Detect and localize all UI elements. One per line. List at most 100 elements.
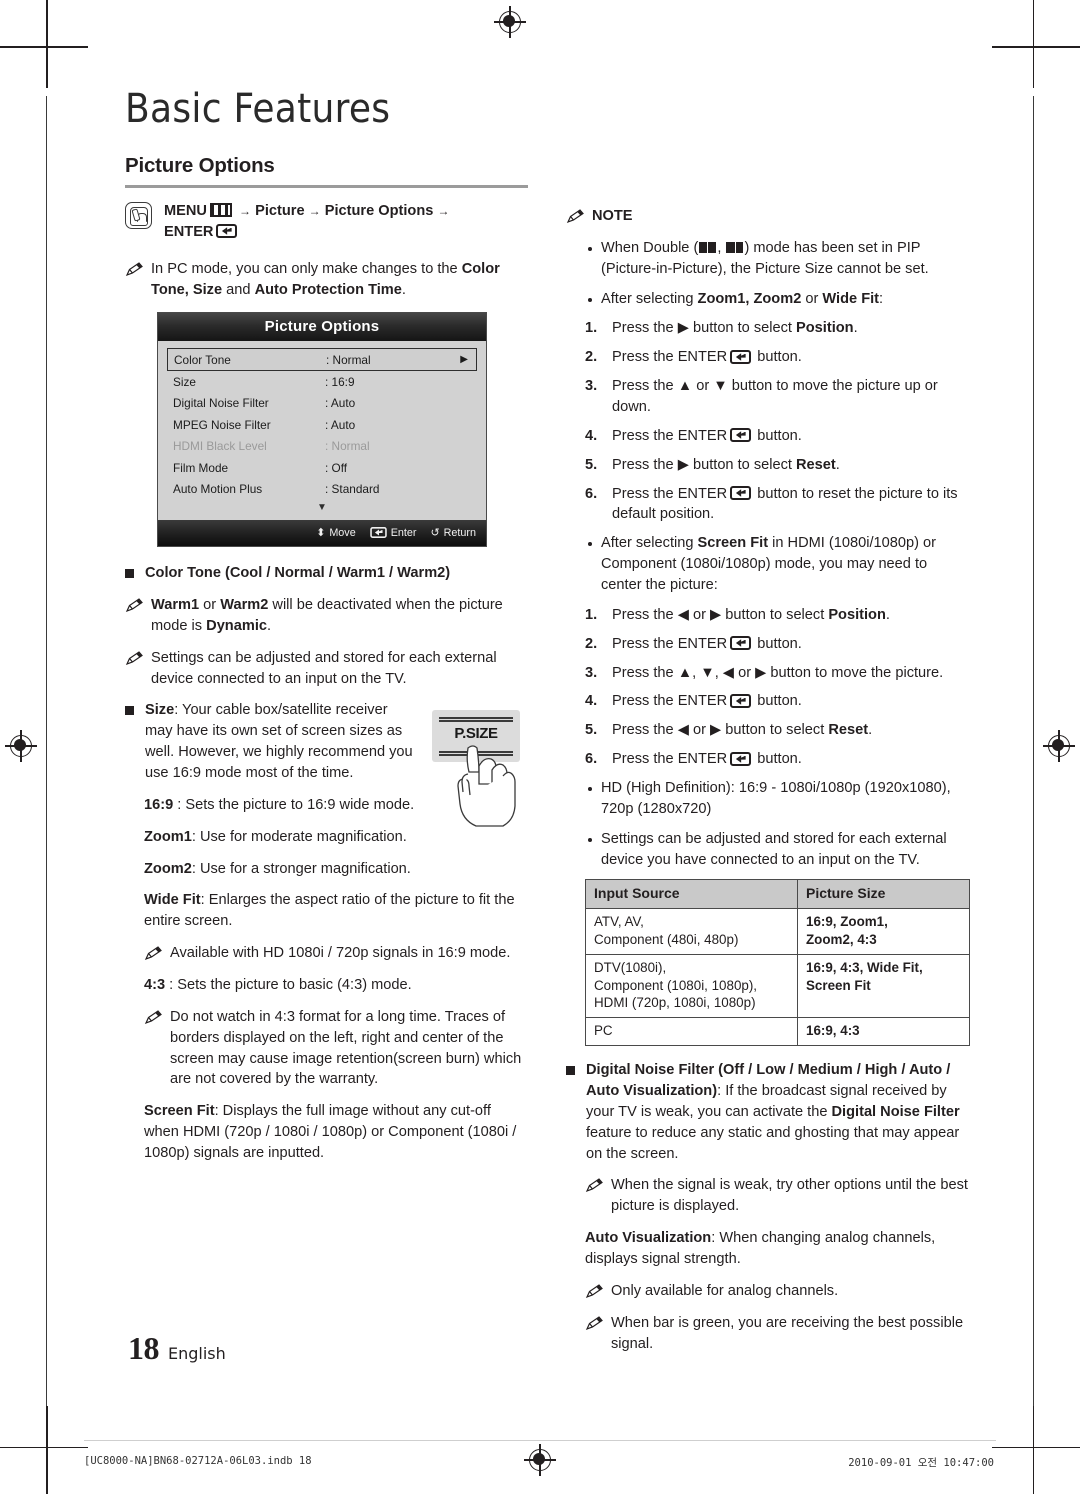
step-post: button. — [753, 427, 802, 444]
enter-key-icon — [730, 751, 752, 766]
note-analog-only-text: Only available for analog channels. — [611, 1282, 839, 1299]
note-external-device: Settings can be adjusted and stored for … — [125, 648, 528, 690]
screenfit-step-3: 3. Press the ▲, ▼, ◀ or ▶ button to move … — [566, 663, 970, 684]
registration-mark-left — [5, 730, 37, 762]
step-number: 2. — [585, 635, 598, 652]
zoom-bold: Zoom1, Zoom2 — [697, 290, 802, 307]
step-pre: Press the ▶ button to select — [612, 456, 797, 473]
osd-row-digital-noise-filter[interactable]: Digital Noise Filter : Auto — [167, 393, 477, 415]
print-footer-filename: [UC8000-NA]BN68-02712A-06L03.indb 18 — [84, 1455, 312, 1467]
option-name: Screen Fit — [144, 1103, 215, 1120]
section-heading-picture-options: Picture Options — [125, 154, 275, 177]
enter-key-icon-small — [369, 527, 387, 539]
osd-row-color-tone[interactable]: Color Tone : Normal ▶ — [167, 348, 477, 372]
page-number: 18 — [128, 1330, 160, 1366]
crop-mark-bottom-left-h — [0, 1446, 88, 1448]
step-post: button. — [753, 349, 802, 366]
osd-scroll-down-icon[interactable]: ▼ — [167, 500, 477, 518]
page-folio: 18 English — [128, 1330, 226, 1367]
step-post: . — [868, 722, 873, 739]
osd-row-size[interactable]: Size : 16:9 — [167, 371, 477, 393]
warm2-bold: Warm2 — [220, 597, 269, 614]
note-warm-text: Warm1 or Warm2 will be deactivated when … — [151, 595, 528, 637]
two-column-layout: Picture Options MENU → Picture → Picture… — [125, 154, 970, 1365]
table-header-input-source: Input Source — [585, 879, 798, 910]
trim-line-left — [46, 96, 48, 1406]
footer-divider — [84, 1440, 996, 1441]
step-pre: Press the ENTER — [612, 751, 728, 768]
size-option-wide-fit: Wide Fit: Enlarges the aspect ratio of t… — [125, 890, 528, 932]
menu-path-text: MENU → Picture → Picture Options → ENTER — [164, 201, 449, 242]
option-name: Wide Fit — [144, 892, 201, 909]
square-bullet-icon — [125, 569, 134, 579]
osd-row-mpeg-noise-filter[interactable]: MPEG Noise Filter : Auto — [167, 414, 477, 436]
zoom-bold2: Wide Fit — [822, 290, 880, 307]
note-heading-block: NOTE — [566, 206, 970, 227]
double-mid: , — [717, 239, 726, 256]
arrow-1: → — [239, 204, 252, 218]
menu-grid-icon — [209, 203, 232, 217]
note-green-bar: When bar is green, you are receiving the… — [566, 1313, 970, 1355]
enter-label: ENTER — [164, 223, 214, 240]
step-pre: Press the ENTER — [612, 485, 728, 502]
osd-label: Size — [173, 374, 196, 389]
step-post: button. — [753, 635, 802, 652]
pencil-icon — [566, 209, 585, 224]
table-cell-source: PC — [585, 1017, 798, 1047]
step-pre: Press the ENTER — [612, 635, 728, 652]
note-hd-text: HD (High Definition): 16:9 - 1080i/1080p… — [601, 780, 951, 817]
dynamic-bold: Dynamic — [206, 617, 267, 634]
auto-vis-bold: Auto Visualization — [585, 1230, 712, 1247]
pc-note-bold2: Auto Protection Time — [254, 282, 402, 299]
osd-label: HDMI Black Level — [173, 439, 267, 454]
osd-title: Picture Options — [158, 313, 486, 342]
step-text: Press the ◀ or ▶ button to select Positi… — [612, 605, 970, 626]
pencil-icon — [125, 650, 144, 666]
step-bold: Reset — [796, 456, 836, 473]
step-post: button. — [753, 751, 802, 768]
screenfit-step-5: 5. Press the ◀ or ▶ button to select Rese… — [566, 720, 970, 741]
arrow-3: → — [437, 204, 450, 218]
pc-note-post: . — [401, 282, 406, 299]
osd-label: Color Tone — [174, 352, 231, 367]
table-cell-size: 16:9, 4:3, Wide Fit, Screen Fit — [797, 953, 970, 1019]
hand-pressing-icon — [457, 745, 516, 828]
step-bold: Position — [828, 606, 886, 623]
note-settings-stored-text: Settings can be adjusted and stored for … — [601, 830, 947, 868]
crop-mark-top-right-h — [992, 46, 1080, 48]
option-name: Zoom2 — [144, 860, 192, 877]
note-external-device-text: Settings can be adjusted and stored for … — [151, 649, 497, 687]
note-hd-definition: HD (High Definition): 16:9 - 1080i/1080p… — [566, 778, 970, 820]
step-post: . — [835, 456, 840, 473]
osd-hint-move: ⬍ Move — [316, 526, 355, 540]
enter-key-icon — [730, 428, 752, 443]
zoom-step-5: 5. Press the ▶ button to select Reset. — [566, 455, 970, 476]
osd-value: : Normal — [325, 439, 370, 454]
zoom-step-2: 2. Press the ENTER button. — [566, 347, 970, 368]
size-desc: : Your cable box/satellite receiver may … — [145, 702, 413, 782]
pip-double-vertical-icon — [699, 241, 717, 254]
step-text: Press the ENTER button. — [612, 691, 970, 712]
bullet-size: Size: Your cable box/satellite receiver … — [125, 700, 416, 783]
osd-row-auto-motion-plus[interactable]: Auto Motion Plus : Standard — [167, 479, 477, 501]
registration-mark-top — [494, 6, 526, 38]
osd-row-film-mode[interactable]: Film Mode : Off — [167, 457, 477, 479]
chevron-right-icon: ▶ — [460, 354, 468, 366]
round-bullet-icon — [588, 542, 592, 547]
screenfit-step-1: 1. Press the ◀ or ▶ button to select Posi… — [566, 605, 970, 626]
step-pre: Press the ◀ or ▶ button to select — [612, 606, 829, 623]
print-footer-timestamp: 2010-09-01 오전 10:47:00 — [848, 1457, 994, 1469]
dnf-text: Digital Noise Filter (Off / Low / Medium… — [586, 1060, 970, 1164]
step-text: Press the ▶ button to select Reset. — [612, 455, 970, 476]
section-rule — [125, 185, 528, 188]
step-pre: Press the ◀ or ▶ button to select — [612, 722, 829, 739]
table-cell-size: 16:9, Zoom1, Zoom2, 4:3 — [797, 908, 970, 955]
zoom-step-1: 1. Press the ▶ button to select Position. — [566, 318, 970, 339]
option-sep: : — [200, 892, 209, 909]
option-sep: : — [173, 796, 186, 813]
osd-label: Film Mode — [173, 460, 229, 475]
enter-key-icon — [730, 486, 752, 501]
osd-value: : Normal — [326, 352, 371, 367]
step-text: Press the ENTER button. — [612, 634, 970, 655]
step-text: Press the ▲, ▼, ◀ or ▶ button to move th… — [612, 664, 944, 681]
